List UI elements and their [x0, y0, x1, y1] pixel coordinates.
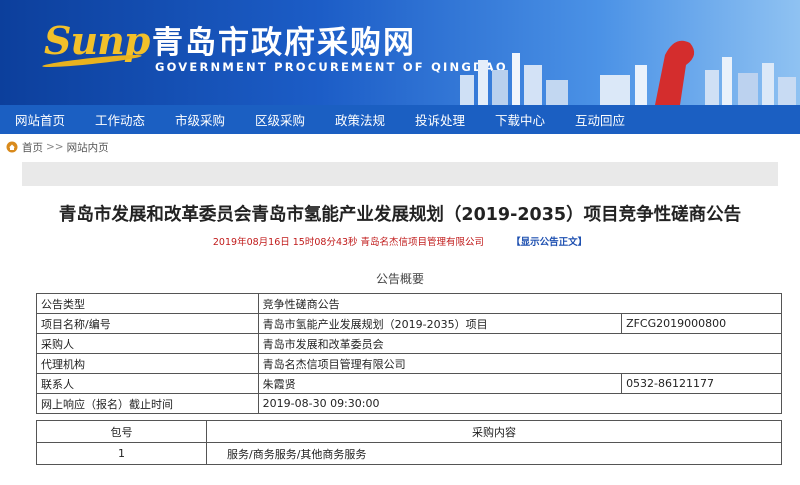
- nav-item-complaints[interactable]: 投诉处理: [400, 110, 480, 129]
- table-row: 网上响应（报名）截止时间 2019-08-30 09:30:00: [36, 393, 783, 414]
- summary-heading: 公告概要: [375, 272, 424, 286]
- summary-table: 公告类型 竞争性磋商公告 项目名称/编号 青岛市氢能产业发展规划（2019-20…: [36, 293, 783, 414]
- nav-item-downloads[interactable]: 下载中心: [480, 110, 560, 129]
- announcement-meta: 2019年08月16日 15时08分43秒 青岛名杰信项目管理有限公司 【显示公…: [0, 234, 800, 248]
- row-label: 联系人: [36, 373, 259, 394]
- site-title: 青岛市政府采购网: [152, 25, 416, 61]
- show-full-text-link[interactable]: 【显示公告正文】: [511, 237, 587, 248]
- contact-phone: 0532-86121177: [621, 373, 782, 394]
- content-top-strip: [22, 162, 778, 186]
- main-nav: 网站首页 工作动态 市级采购 区级采购 政策法规 投诉处理 下载中心 互动回应: [0, 105, 800, 134]
- home-icon: [6, 141, 18, 153]
- breadcrumb-home-link[interactable]: 首页: [22, 140, 43, 155]
- procurement-content: 服务/商务服务/其他商务服务: [206, 442, 782, 465]
- nav-item-home[interactable]: 网站首页: [0, 110, 80, 129]
- city-skyline-image: [460, 40, 796, 105]
- table-row: 项目名称/编号 青岛市氢能产业发展规划（2019-2035）项目 ZFCG201…: [36, 313, 782, 334]
- nav-item-city-procurement[interactable]: 市级采购: [160, 110, 240, 129]
- table-row: 1 服务/商务服务/其他商务服务: [36, 442, 782, 465]
- publish-info: 2019年08月16日 15时08分43秒 青岛名杰信项目管理有限公司: [212, 237, 485, 248]
- table-row: 公告类型 竞争性磋商公告: [36, 293, 783, 314]
- breadcrumb-separator: >>: [46, 141, 64, 153]
- nav-item-interaction[interactable]: 互动回应: [560, 110, 640, 129]
- procurement-items-table: 包号 采购内容 1 服务/商务服务/其他商务服务: [36, 420, 782, 465]
- nav-item-district-procurement[interactable]: 区级采购: [240, 110, 320, 129]
- table-header-row: 包号 采购内容: [36, 420, 782, 443]
- nav-item-news[interactable]: 工作动态: [80, 110, 160, 129]
- row-label: 采购人: [36, 333, 259, 354]
- row-value: 朱霞贤: [257, 373, 623, 394]
- breadcrumb: 首页 >> 网站内页: [0, 134, 800, 160]
- nav-item-policies[interactable]: 政策法规: [320, 110, 400, 129]
- table-row: 代理机构 青岛名杰信项目管理有限公司: [36, 353, 783, 374]
- site-banner: Sunp 青岛市政府采购网 GOVERNMENT PROCUREMENT OF …: [0, 0, 800, 105]
- row-value: 竞争性磋商公告: [257, 293, 783, 314]
- project-code: ZFCG2019000800: [621, 313, 782, 334]
- row-label: 项目名称/编号: [36, 313, 259, 334]
- row-value: 青岛名杰信项目管理有限公司: [257, 353, 783, 374]
- column-header-package-no: 包号: [36, 420, 207, 443]
- table-row: 联系人 朱霞贤 0532-86121177: [36, 373, 782, 394]
- column-header-content: 采购内容: [206, 420, 782, 443]
- announcement-title: 青岛市发展和改革委员会青岛市氢能产业发展规划（2019-2035）项目竞争性磋商…: [58, 205, 742, 225]
- row-label: 公告类型: [36, 293, 259, 314]
- row-value: 青岛市氢能产业发展规划（2019-2035）项目: [257, 313, 623, 334]
- row-label: 网上响应（报名）截止时间: [36, 393, 259, 414]
- row-value: 2019-08-30 09:30:00: [257, 393, 783, 414]
- breadcrumb-current: 网站内页: [66, 141, 109, 154]
- row-label: 代理机构: [36, 353, 259, 374]
- package-no: 1: [36, 442, 207, 465]
- row-value: 青岛市发展和改革委员会: [257, 333, 783, 354]
- table-row: 采购人 青岛市发展和改革委员会: [36, 333, 783, 354]
